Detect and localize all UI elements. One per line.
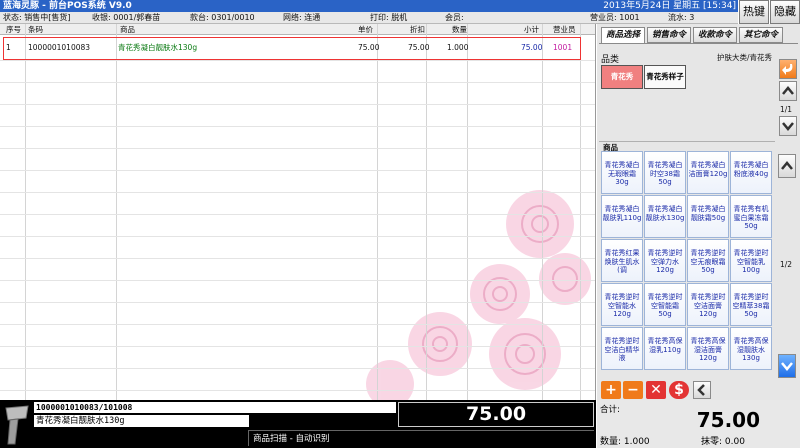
product-item[interactable]: 青花秀凝白时空38霜50g xyxy=(644,151,686,194)
rounding-label: 抹零: 0.00 xyxy=(701,437,745,447)
title-bar: 蓝海灵豚 - 前台POS系统 V9.0 2013年5月24日 星期五 [15:3… xyxy=(0,0,738,12)
category-page-down-button[interactable] xyxy=(779,116,797,136)
col-qty: 数量 xyxy=(452,25,467,34)
pay-button[interactable]: $ xyxy=(669,381,689,399)
product-page-up-button[interactable] xyxy=(778,154,796,178)
cell-price: 75.00 xyxy=(358,43,380,52)
product-item[interactable]: 青花秀凝白靓肤水130g xyxy=(644,195,686,238)
product-page-down-button[interactable] xyxy=(778,354,796,378)
product-item[interactable]: 青花秀逆时空无痕眼霜50g xyxy=(687,239,729,282)
product-item[interactable]: 青花秀逆时空洁面膏120g xyxy=(687,283,729,326)
col-product: 商品 xyxy=(120,25,135,34)
cell-qty: 1.000 xyxy=(447,43,469,52)
cashier-text: 收银: 0001/郭春苗 xyxy=(92,13,161,22)
scan-product-name: 青花秀凝白靓肤水130g xyxy=(34,415,249,427)
minus-button[interactable]: − xyxy=(623,381,643,399)
scan-code: 1000001010083/101008 xyxy=(34,402,396,413)
product-item[interactable]: 青花秀凝白无瑕眼霜30g xyxy=(601,151,643,194)
product-page-indicator: 1/2 xyxy=(780,260,793,269)
current-amount: 75.00 xyxy=(398,402,594,427)
app-title: 蓝海灵豚 - 前台POS系统 V9.0 xyxy=(3,1,132,11)
network-text: 网络: 连通 xyxy=(283,13,321,22)
status-text: 状态: 销售中[售货] xyxy=(3,13,71,22)
product-item[interactable]: 青花秀凝白靓肤乳110g xyxy=(601,195,643,238)
product-item[interactable]: 青花秀有机蜜白果冻霜50g xyxy=(730,195,772,238)
chevron-up-icon xyxy=(782,86,794,95)
product-item[interactable]: 青花秀高保湿洁面膏120g xyxy=(687,327,729,370)
salesperson-text: 营业员: 1001 xyxy=(590,13,640,22)
product-item[interactable]: 青花秀逆时空洁白精华液 xyxy=(601,327,643,370)
tab-payment-commands[interactable]: 收款命令 xyxy=(693,27,737,43)
totals-panel: 合计: 75.00 数量: 1.000 抹零: 0.00 xyxy=(597,400,800,448)
tab-product-select[interactable]: 商品选择 xyxy=(601,27,645,44)
tab-sales-commands[interactable]: 销售命令 xyxy=(647,27,691,43)
product-item[interactable]: 青花秀逆时空智能乳100g xyxy=(730,239,772,282)
category-page-indicator: 1/1 xyxy=(780,105,793,114)
category-qinghuaxiu-sample[interactable]: 青花秀样子 xyxy=(644,65,686,89)
table-header: 序号 条码 商品 单价 折扣 数量 小计 营业员 xyxy=(0,24,595,35)
chevron-down-icon xyxy=(781,362,793,371)
total-value: 75.00 xyxy=(696,408,760,432)
sales-table[interactable]: 序号 条码 商品 单价 折扣 数量 小计 营业员 1 1000001010083… xyxy=(0,24,596,400)
cell-product: 青花秀凝白靓肤水130g xyxy=(118,43,198,52)
delete-button[interactable]: ✕ xyxy=(646,381,666,399)
col-clerk: 营业员 xyxy=(553,25,576,34)
product-item[interactable]: 青花秀红果焕肤生肌水(调 xyxy=(601,239,643,282)
barcode-scanner-icon xyxy=(5,405,29,445)
register-text: 款台: 0301/0010 xyxy=(190,13,255,22)
col-discount: 折扣 xyxy=(410,25,425,34)
datetime: 2013年5月24日 星期五 [15:34] xyxy=(603,1,736,11)
chevron-down-icon xyxy=(782,122,794,131)
cell-no: 1 xyxy=(6,43,11,52)
scan-panel: 1000001010083/101008 青花秀凝白靓肤水130g 75.00 … xyxy=(0,400,596,448)
category-path: 护肤大类/青花秀 xyxy=(717,53,773,62)
category-qinghuaxiu[interactable]: 青花秀 xyxy=(601,65,643,89)
category-title: 品类 xyxy=(601,55,620,65)
hide-button[interactable]: 隐藏 xyxy=(770,0,800,24)
quantity-label: 数量: 1.000 xyxy=(600,437,650,447)
total-label: 合计: xyxy=(600,405,620,415)
cell-subtotal: 75.00 xyxy=(521,43,543,52)
cell-clerk: 1001 xyxy=(553,43,573,52)
category-page-up-button[interactable] xyxy=(779,81,797,101)
hotkey-button[interactable]: 热键 xyxy=(739,0,769,24)
chevron-left-icon xyxy=(697,384,705,396)
member-text: 会员: xyxy=(445,13,464,22)
col-barcode: 条码 xyxy=(28,25,43,34)
table-row[interactable]: 1 1000001010083 青花秀凝白靓肤水130g 75.00 75.00… xyxy=(3,37,581,60)
serial-text: 流水: 3 xyxy=(668,13,695,22)
product-item[interactable]: 青花秀高保湿乳110g xyxy=(644,327,686,370)
product-item[interactable]: 青花秀逆时空智能霜50g xyxy=(644,283,686,326)
cell-discount: 75.00 xyxy=(408,43,430,52)
col-subtotal: 小计 xyxy=(524,25,539,34)
col-price: 单价 xyxy=(358,25,373,34)
cell-barcode: 1000001010083 xyxy=(28,43,91,52)
printer-text: 打印: 脱机 xyxy=(370,13,408,22)
product-item[interactable]: 青花秀凝白粉底液40g xyxy=(730,151,772,194)
product-item[interactable]: 青花秀逆时空精萃38霜50g xyxy=(730,283,772,326)
status-bar: 状态: 销售中[售货] 收银: 0001/郭春苗 款台: 0301/0010 网… xyxy=(0,12,738,24)
product-item[interactable]: 青花秀逆时空弹力水120g xyxy=(644,239,686,282)
back-arrow-icon xyxy=(782,64,793,75)
command-panel: 商品选择 销售命令 收款命令 其它命令 品类 护肤大类/青花秀 青花秀 青花秀样… xyxy=(597,24,800,400)
product-item[interactable]: 青花秀高保湿靓肤水130g xyxy=(730,327,772,370)
product-item[interactable]: 青花秀凝白洁面膏120g xyxy=(687,151,729,194)
add-button[interactable]: + xyxy=(601,381,621,399)
prev-button[interactable] xyxy=(693,381,711,399)
chevron-up-icon xyxy=(781,161,793,170)
col-no: 序号 xyxy=(6,25,21,34)
back-button[interactable] xyxy=(779,59,797,79)
product-item[interactable]: 青花秀逆时空智能水120g xyxy=(601,283,643,326)
tab-other-commands[interactable]: 其它命令 xyxy=(739,27,783,43)
scan-mode: 商品扫描 - 自动识别 xyxy=(248,430,594,446)
product-item[interactable]: 青花秀凝白靓肤霜50g xyxy=(687,195,729,238)
